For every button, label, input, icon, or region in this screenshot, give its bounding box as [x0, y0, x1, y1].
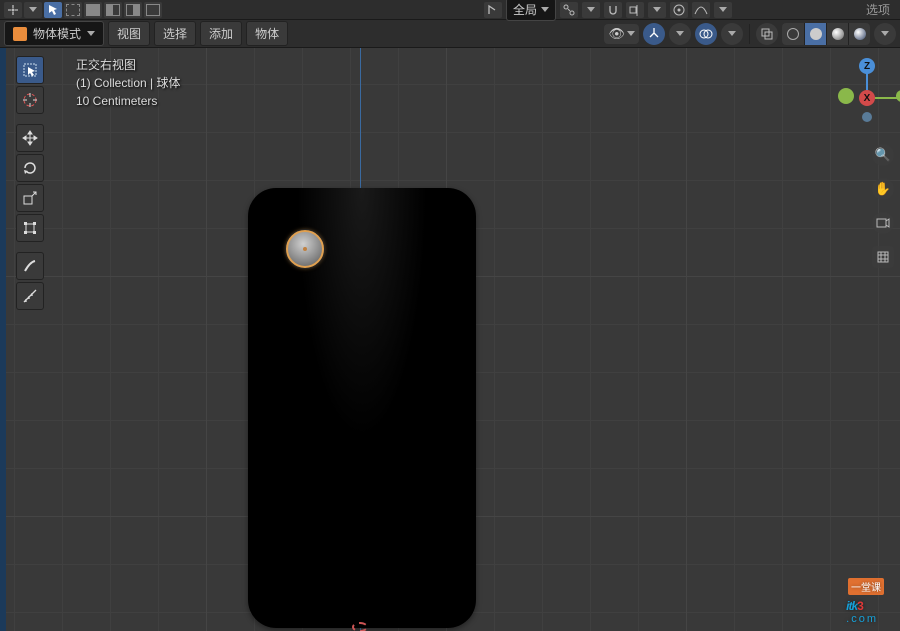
mesh-object-sphere[interactable] [286, 230, 324, 268]
select-mode-box-icon[interactable] [64, 2, 82, 18]
viewport-3d[interactable]: 正交右视图 (1) Collection | 球体 10 Centimeters… [6, 48, 900, 631]
proportional-icon[interactable] [670, 2, 688, 18]
watermark-brand-a: itk [846, 599, 857, 613]
axis-y-neg-icon[interactable] [838, 88, 854, 104]
menu-object[interactable]: 物体 [246, 21, 288, 46]
select-mode-cursor-icon[interactable] [44, 2, 62, 18]
menu-add[interactable]: 添加 [200, 21, 242, 46]
visibility-pill[interactable]: 👁 [604, 24, 639, 44]
snap-type-dropdown-icon[interactable] [648, 2, 666, 18]
shading-mode-group [782, 23, 870, 45]
select-mode-c-icon[interactable] [124, 2, 142, 18]
tool-transform[interactable] [16, 214, 44, 242]
axis-x-icon[interactable]: X [859, 90, 875, 106]
collection-label: (1) Collection | 球体 [76, 74, 180, 92]
tool-column [16, 56, 44, 310]
zoom-icon[interactable]: 🔍 [872, 144, 894, 166]
camera-view-icon[interactable] [872, 212, 894, 234]
shading-dropdown-icon[interactable] [874, 23, 896, 45]
snap-magnet-icon[interactable] [604, 2, 622, 18]
snap-dropdown-icon[interactable] [24, 2, 42, 18]
select-mode-b-icon[interactable] [104, 2, 122, 18]
axis-z-neg-icon[interactable] [862, 112, 872, 122]
gizmo-dropdown-icon[interactable] [669, 23, 691, 45]
shading-wireframe-icon[interactable] [782, 23, 804, 45]
watermark-brand-c: .com [846, 613, 878, 625]
menu-select[interactable]: 选择 [154, 21, 196, 46]
xray-toggle-icon[interactable] [756, 23, 778, 45]
viewport-side-controls: 🔍 ✋ [872, 144, 894, 268]
options-button[interactable]: 选项 [860, 3, 896, 17]
tool-scale[interactable] [16, 184, 44, 212]
snap-icon[interactable] [4, 2, 22, 18]
tool-cursor[interactable] [16, 86, 44, 114]
gizmo-toggle-icon[interactable] [643, 23, 665, 45]
tool-select-box[interactable] [16, 56, 44, 84]
scale-label: 10 Centimeters [76, 92, 180, 110]
proportional-type-icon[interactable] [692, 2, 710, 18]
axis-z-icon[interactable]: Z [859, 58, 875, 74]
view-name-label: 正交右视图 [76, 56, 180, 74]
watermark-tag: 一堂课 [848, 578, 884, 595]
shading-rendered-icon[interactable] [848, 23, 870, 45]
perspective-toggle-icon[interactable] [872, 246, 894, 268]
watermark: 一堂课 itk3 .com [846, 580, 878, 625]
orientation-label: 全局 [513, 1, 537, 18]
top-toolbar-1: 全局 选项 [0, 0, 900, 20]
menu-view[interactable]: 视图 [108, 21, 150, 46]
3d-cursor-icon[interactable] [352, 622, 368, 631]
select-mode-a-icon[interactable] [84, 2, 102, 18]
overlay-toggle-icon[interactable] [695, 23, 717, 45]
shading-matprev-icon[interactable] [826, 23, 848, 45]
shading-solid-icon[interactable] [804, 23, 826, 45]
tool-move[interactable] [16, 124, 44, 152]
mesh-object-phone[interactable] [248, 188, 476, 628]
tool-measure[interactable] [16, 282, 44, 310]
orientation-dropdown[interactable]: 全局 [506, 0, 556, 21]
chevron-down-icon [87, 31, 95, 36]
tool-rotate[interactable] [16, 154, 44, 182]
mode-label: 物体模式 [33, 25, 81, 42]
pan-icon[interactable]: ✋ [872, 178, 894, 200]
nav-gizmo[interactable]: Z X [838, 58, 896, 116]
watermark-brand-b: 3 [857, 599, 863, 613]
select-mode-d-icon[interactable] [144, 2, 162, 18]
sphere-origin-icon [303, 247, 307, 251]
overlay-dropdown-icon[interactable] [721, 23, 743, 45]
object-mode-icon [13, 27, 27, 41]
proportional-dropdown-icon[interactable] [714, 2, 732, 18]
separator [749, 24, 750, 44]
viewport-overlay-text: 正交右视图 (1) Collection | 球体 10 Centimeters [76, 56, 180, 110]
pivot-icon[interactable] [560, 2, 578, 18]
snap-type-icon[interactable] [626, 2, 644, 18]
top-toolbar-2: 物体模式 视图 选择 添加 物体 👁 [0, 20, 900, 48]
gizmo-line-z [866, 72, 868, 92]
mode-select[interactable]: 物体模式 [4, 21, 104, 46]
pivot-dropdown-icon[interactable] [582, 2, 600, 18]
tool-annotate[interactable] [16, 252, 44, 280]
orientation-icon[interactable] [484, 2, 502, 18]
